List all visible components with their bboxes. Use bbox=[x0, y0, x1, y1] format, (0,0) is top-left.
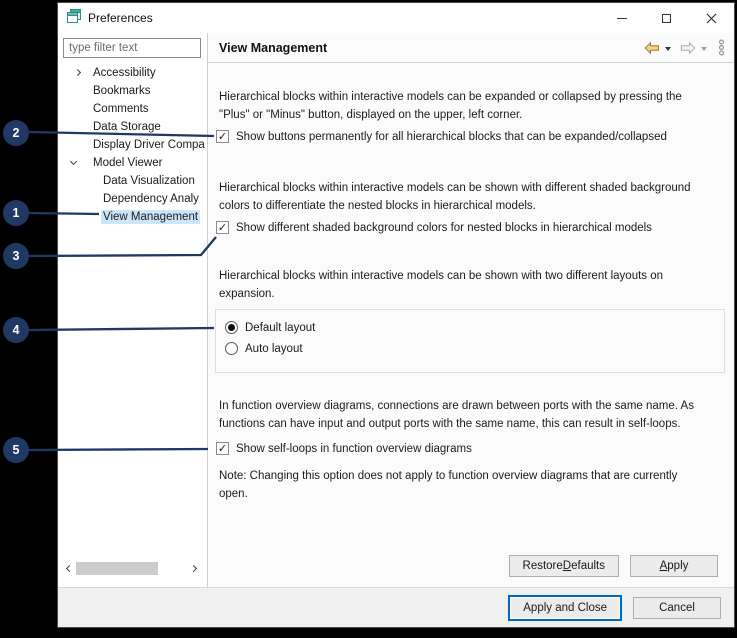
scroll-right-icon[interactable] bbox=[186, 561, 200, 575]
filter-input[interactable] bbox=[63, 38, 201, 58]
self-loops-checkbox[interactable]: ✓ bbox=[216, 442, 229, 455]
tree-item-model-viewer[interactable]: Model Viewer bbox=[58, 154, 207, 172]
tree-item-display-driver[interactable]: Display Driver Compa bbox=[58, 136, 207, 154]
page-title: View Management bbox=[219, 40, 328, 55]
show-buttons-checkbox[interactable]: ✓ bbox=[216, 130, 229, 143]
self-loops-checkbox-label[interactable]: Show self-loops in function overview dia… bbox=[236, 443, 472, 455]
defaults-button-row: Restore Defaults Apply bbox=[219, 555, 724, 577]
tree-item-bookmarks[interactable]: Bookmarks bbox=[58, 82, 207, 100]
shaded-colors-description: Hierarchical blocks within interactive m… bbox=[219, 182, 691, 212]
forward-arrow-icon[interactable] bbox=[680, 41, 696, 54]
show-buttons-checkbox-label[interactable]: Show buttons permanently for all hierarc… bbox=[236, 131, 667, 143]
self-loops-description: In function overview diagrams, connectio… bbox=[219, 400, 694, 430]
callout-badge-4: 4 bbox=[3, 317, 29, 343]
note-text: Note: Changing this option does not appl… bbox=[219, 470, 678, 500]
expander-collapsed-icon[interactable] bbox=[73, 68, 82, 77]
tree-item-data-storage[interactable]: Data Storage bbox=[58, 118, 207, 136]
expand-collapse-description: Hierarchical blocks within interactive m… bbox=[219, 91, 682, 121]
shaded-colors-checkbox[interactable]: ✓ bbox=[216, 221, 229, 234]
expander-expanded-icon[interactable] bbox=[69, 157, 78, 166]
layout-description: Hierarchical blocks within interactive m… bbox=[219, 270, 664, 300]
close-icon bbox=[706, 13, 717, 23]
auto-layout-radio[interactable] bbox=[225, 342, 238, 355]
close-button[interactable] bbox=[689, 3, 734, 33]
apply-and-close-button[interactable]: Apply and Close bbox=[509, 595, 621, 620]
callout-badge-3: 3 bbox=[3, 243, 29, 269]
callout-badge-1: 1 bbox=[3, 200, 29, 226]
shaded-colors-checkbox-label[interactable]: Show different shaded background colors … bbox=[236, 222, 652, 234]
annotated-screenshot: Preferences Accessibility bbox=[0, 0, 737, 638]
maximize-icon bbox=[662, 13, 671, 23]
forward-history-dropdown-icon[interactable] bbox=[701, 46, 707, 51]
preferences-tree-panel: Accessibility Bookmarks Comments Data St… bbox=[58, 33, 208, 587]
back-history-dropdown-icon[interactable] bbox=[665, 46, 671, 51]
checkmark-icon: ✓ bbox=[217, 441, 228, 455]
cancel-button[interactable]: Cancel bbox=[633, 596, 721, 619]
view-management-page: View Management Hierarchical blocks with… bbox=[208, 33, 734, 587]
default-layout-label[interactable]: Default layout bbox=[245, 322, 315, 334]
layout-options-group: Default layout Auto layout bbox=[215, 309, 725, 373]
default-layout-radio-row[interactable]: Default layout bbox=[225, 321, 715, 334]
minimize-button[interactable] bbox=[599, 3, 644, 33]
restore-defaults-button[interactable]: Restore Defaults bbox=[508, 555, 619, 577]
window-title: Preferences bbox=[88, 11, 153, 25]
title-bar[interactable]: Preferences bbox=[58, 3, 734, 33]
checkmark-icon: ✓ bbox=[217, 129, 228, 143]
page-header: View Management bbox=[208, 33, 734, 63]
preferences-tree: Accessibility Bookmarks Comments Data St… bbox=[58, 64, 207, 226]
default-layout-radio[interactable] bbox=[225, 321, 238, 334]
tree-item-accessibility[interactable]: Accessibility bbox=[58, 64, 207, 82]
tree-item-comments[interactable]: Comments bbox=[58, 100, 207, 118]
scrollbar-thumb[interactable] bbox=[76, 561, 158, 575]
callout-badge-2: 2 bbox=[3, 120, 29, 146]
self-loops-checkbox-row[interactable]: ✓ Show self-loops in function overview d… bbox=[216, 442, 724, 455]
view-menu-icon[interactable] bbox=[718, 39, 725, 56]
auto-layout-label[interactable]: Auto layout bbox=[245, 343, 303, 355]
maximize-button[interactable] bbox=[644, 3, 689, 33]
callout-badge-5: 5 bbox=[3, 437, 29, 463]
tree-item-dependency-analysis[interactable]: Dependency Analy bbox=[58, 190, 207, 208]
minimize-icon bbox=[616, 17, 627, 19]
auto-layout-radio-row[interactable]: Auto layout bbox=[225, 342, 715, 355]
tree-item-data-visualization[interactable]: Data Visualization bbox=[58, 172, 207, 190]
checkmark-icon: ✓ bbox=[217, 220, 228, 234]
shaded-colors-checkbox-row[interactable]: ✓ Show different shaded background color… bbox=[216, 221, 724, 234]
tree-item-view-management[interactable]: View Management bbox=[58, 208, 207, 226]
apply-button[interactable]: Apply bbox=[630, 555, 718, 577]
show-buttons-checkbox-row[interactable]: ✓ Show buttons permanently for all hiera… bbox=[216, 130, 724, 143]
tree-horizontal-scrollbar[interactable] bbox=[62, 561, 200, 575]
back-arrow-icon[interactable] bbox=[644, 41, 660, 54]
dialog-button-bar: Apply and Close Cancel bbox=[58, 587, 734, 627]
scroll-left-icon[interactable] bbox=[62, 561, 76, 575]
preferences-window-icon bbox=[66, 8, 82, 29]
preferences-dialog: Preferences Accessibility bbox=[57, 2, 735, 628]
